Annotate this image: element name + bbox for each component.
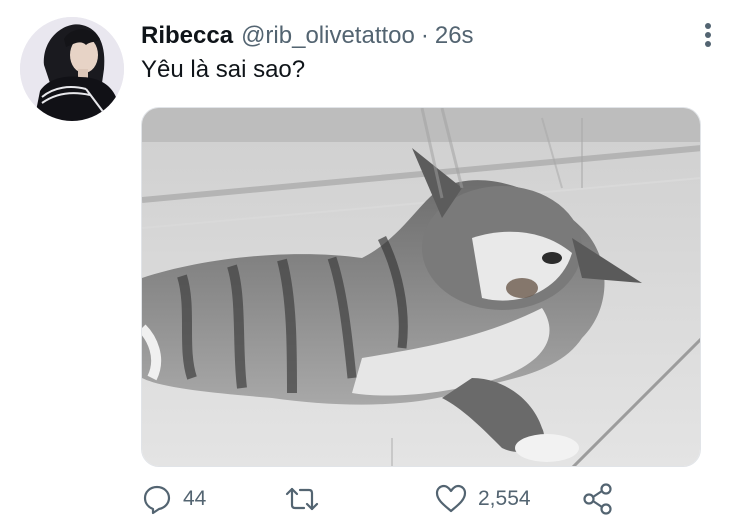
reply-icon xyxy=(143,485,171,515)
timestamp[interactable]: 26s xyxy=(435,22,474,50)
tweet-media[interactable] xyxy=(141,107,701,467)
reply-button[interactable]: 44 xyxy=(141,480,206,518)
cat-photo xyxy=(142,108,700,466)
share-icon xyxy=(583,483,612,515)
heart-icon xyxy=(435,484,467,513)
avatar-image xyxy=(20,17,124,121)
retweet-button[interactable] xyxy=(284,480,330,518)
display-name[interactable]: Ribecca xyxy=(141,22,233,50)
more-options-button[interactable] xyxy=(696,20,720,50)
tweet-actions: 44 2,554 xyxy=(141,480,621,518)
retweet-icon xyxy=(285,487,319,511)
user-handle[interactable]: @rib_olivetattoo xyxy=(241,22,415,50)
tweet[interactable]: Ribecca @rib_olivetattoo · 26s Yêu là sa… xyxy=(0,0,740,524)
like-count: 2,554 xyxy=(478,487,531,510)
separator-dot: · xyxy=(420,22,429,49)
like-button[interactable]: 2,554 xyxy=(434,480,531,518)
more-vertical-icon xyxy=(705,23,711,47)
avatar[interactable] xyxy=(20,17,124,121)
tweet-header: Ribecca @rib_olivetattoo · 26s xyxy=(141,20,474,52)
reply-count: 44 xyxy=(183,487,207,510)
share-button[interactable] xyxy=(581,480,615,518)
tweet-text: Yêu là sai sao? xyxy=(141,56,306,83)
